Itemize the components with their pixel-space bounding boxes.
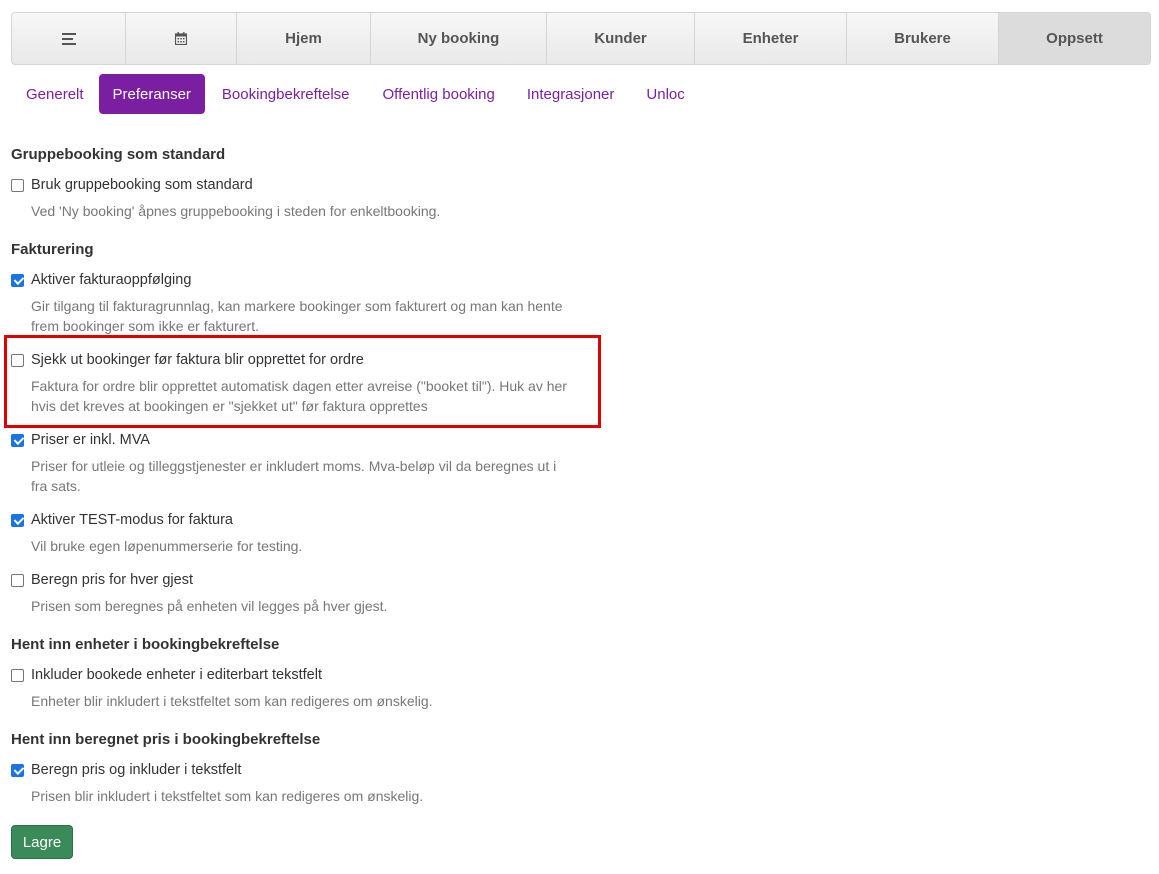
tab-integrations[interactable]: Integrasjoner xyxy=(511,74,631,114)
option-description: Ved 'Ny booking' åpnes gruppebooking i s… xyxy=(31,203,441,219)
option-label: Inkluder bookede enheter i editerbart te… xyxy=(31,667,322,683)
nav-customers[interactable]: Kunder xyxy=(547,13,695,64)
tab-public-booking[interactable]: Offentlig booking xyxy=(367,74,511,114)
top-navigation: Hjem Ny booking Kunder Enheter Brukere O… xyxy=(11,12,1151,65)
option-row[interactable]: Priser er inkl. MVA xyxy=(11,431,571,449)
option-group-booking-default: Bruk gruppebooking som standard Ved 'Ny … xyxy=(11,176,571,221)
option-label: Priser er inkl. MVA xyxy=(31,432,150,448)
option-test-mode: Aktiver TEST-modus for faktura Vil bruke… xyxy=(11,511,571,556)
option-description: Priser for utleie og tilleggstjenester e… xyxy=(31,458,557,494)
tab-booking-confirmation[interactable]: Bookingbekreftelse xyxy=(205,74,367,114)
menu-icon xyxy=(61,32,76,45)
include-price-checkbox[interactable] xyxy=(11,763,24,777)
option-row[interactable]: Aktiver TEST-modus for faktura xyxy=(11,511,571,529)
option-checkout-before-invoice: Sjekk ut bookinger før faktura blir oppr… xyxy=(11,351,571,416)
tab-unloc[interactable]: Unloc xyxy=(630,74,700,114)
option-price-per-guest: Beregn pris for hver gjest Prisen som be… xyxy=(11,571,571,616)
option-label: Aktiver TEST-modus for faktura xyxy=(31,512,233,528)
option-description: Prisen blir inkludert i tekstfeltet som … xyxy=(31,788,424,804)
option-label: Beregn pris og inkluder i tekstfelt xyxy=(31,762,242,778)
price-per-guest-checkbox[interactable] xyxy=(11,573,24,587)
group-booking-checkbox[interactable] xyxy=(11,178,24,192)
option-description: Faktura for ordre blir opprettet automat… xyxy=(31,378,567,414)
option-description: Gir tilgang til fakturagrunnlag, kan mar… xyxy=(31,298,563,334)
option-label: Beregn pris for hver gjest xyxy=(31,572,193,588)
option-row[interactable]: Beregn pris og inkluder i tekstfelt xyxy=(11,761,571,779)
option-include-price: Beregn pris og inkluder i tekstfelt Pris… xyxy=(11,761,571,806)
option-description: Prisen som beregnes på enheten vil legge… xyxy=(31,598,388,614)
nav-users[interactable]: Brukere xyxy=(847,13,999,64)
option-row[interactable]: Inkluder bookede enheter i editerbart te… xyxy=(11,666,571,684)
option-include-units: Inkluder bookede enheter i editerbart te… xyxy=(11,666,571,711)
test-mode-checkbox[interactable] xyxy=(11,513,24,527)
invoice-followup-checkbox[interactable] xyxy=(11,273,24,287)
option-label: Bruk gruppebooking som standard xyxy=(31,177,253,193)
calendar-icon xyxy=(175,32,187,45)
prices-incl-vat-checkbox[interactable] xyxy=(11,433,24,447)
option-label: Sjekk ut bookinger før faktura blir oppr… xyxy=(31,352,364,368)
section-title-units: Hent inn enheter i bookingbekreftelse xyxy=(11,636,280,653)
tab-preferences[interactable]: Preferanser xyxy=(98,74,205,114)
section-title-price: Hent inn beregnet pris i bookingbekrefte… xyxy=(11,731,321,748)
option-description: Vil bruke egen løpenummerserie for testi… xyxy=(31,538,303,554)
option-prices-incl-vat: Priser er inkl. MVA Priser for utleie og… xyxy=(11,431,571,496)
section-title-group-booking: Gruppebooking som standard xyxy=(11,146,226,163)
option-row[interactable]: Aktiver fakturaoppfølging xyxy=(11,271,571,289)
nav-setup[interactable]: Oppsett xyxy=(999,13,1150,64)
option-invoice-followup: Aktiver fakturaoppfølging Gir tilgang ti… xyxy=(11,271,571,336)
nav-units[interactable]: Enheter xyxy=(695,13,847,64)
menu-button[interactable] xyxy=(12,13,126,64)
option-row[interactable]: Bruk gruppebooking som standard xyxy=(11,176,571,194)
option-description: Enheter blir inkludert i tekstfeltet som… xyxy=(31,693,433,709)
nav-new-booking[interactable]: Ny booking xyxy=(371,13,547,64)
option-label: Aktiver fakturaoppfølging xyxy=(31,272,192,288)
include-units-checkbox[interactable] xyxy=(11,668,24,682)
option-row[interactable]: Beregn pris for hver gjest xyxy=(11,571,571,589)
save-button[interactable]: Lagre xyxy=(11,825,73,859)
tab-general[interactable]: Generelt xyxy=(11,74,99,114)
option-row[interactable]: Sjekk ut bookinger før faktura blir oppr… xyxy=(11,351,571,369)
nav-home[interactable]: Hjem xyxy=(237,13,371,64)
checkout-before-invoice-checkbox[interactable] xyxy=(11,353,24,367)
calendar-button[interactable] xyxy=(126,13,237,64)
settings-tabs: Generelt Preferanser Bookingbekreftelse … xyxy=(11,74,701,114)
section-title-invoicing: Fakturering xyxy=(11,241,94,258)
